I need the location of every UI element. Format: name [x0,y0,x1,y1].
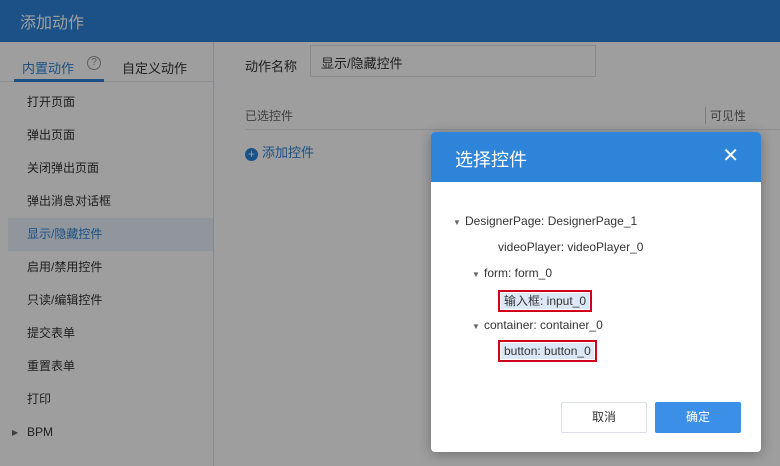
tree-node-label: videoPlayer: videoPlayer_0 [498,240,644,254]
tree-node-input[interactable]: 输入框: input_0 [497,290,593,312]
tree-node-label: container: container_0 [484,318,603,332]
expand-arrow-icon[interactable]: ▼ [453,218,465,227]
tree-node-container[interactable]: ▼ container: container_0 [472,318,603,332]
tree-node-button[interactable]: button: button_0 [498,340,597,362]
cancel-button[interactable]: 取消 [561,402,647,433]
confirm-button[interactable]: 确定 [655,402,741,433]
tree-node-label: DesignerPage: DesignerPage_1 [465,214,638,228]
tree-node-label: button: button_0 [498,340,597,362]
dialog-header: 选择控件 ✕ [431,132,761,182]
expand-arrow-icon[interactable]: ▼ [472,270,484,279]
dialog-title: 选择控件 [455,150,527,170]
tree-node-videoplayer[interactable]: videoPlayer: videoPlayer_0 [498,240,643,254]
tree-node-form[interactable]: ▼ form: form_0 [472,266,552,280]
tree-node-label: 输入框: input_0 [497,290,593,312]
close-icon[interactable]: ✕ [722,146,739,166]
expand-arrow-icon[interactable]: ▼ [472,322,484,331]
select-control-dialog: 选择控件 ✕ ▼ DesignerPage: DesignerPage_1 vid… [431,132,761,452]
tree-node-label: form: form_0 [484,266,553,280]
tree-node-designerpage[interactable]: ▼ DesignerPage: DesignerPage_1 [453,214,637,228]
